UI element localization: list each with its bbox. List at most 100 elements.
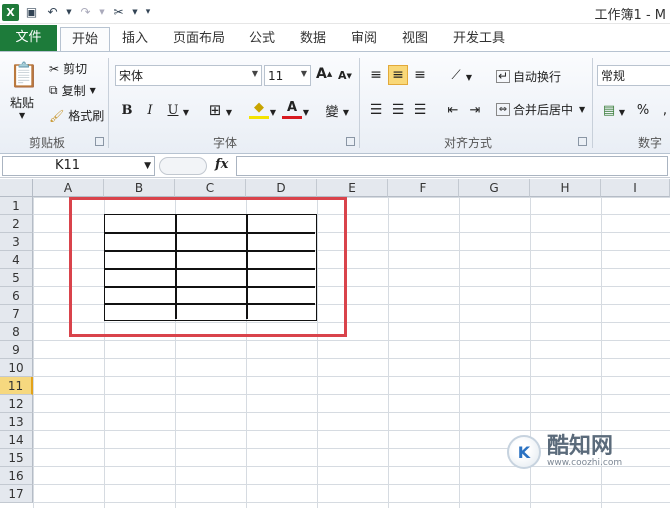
font-name-dropdown-icon: ▼ (251, 69, 258, 78)
phonetic-icon[interactable]: 變 (322, 100, 342, 120)
wrap-text-icon: ↵ (496, 69, 510, 83)
row-header[interactable]: 4 (0, 251, 33, 269)
redo-icon[interactable]: ↷ (77, 4, 94, 21)
tab-file[interactable]: 文件 (0, 25, 57, 51)
font-launcher-icon[interactable] (346, 137, 355, 146)
underline-dropdown-icon[interactable]: ▼ (181, 102, 191, 122)
merge-dropdown-icon: ▼ (579, 105, 586, 114)
tab-page-layout[interactable]: 页面布局 (163, 27, 235, 51)
title-bar: X ▣ ↶ ▼ ↷ ▼ ✂ ▼ ▾ 工作簿1 - M (0, 0, 670, 24)
comma-style-button[interactable]: , (655, 100, 670, 120)
name-box[interactable]: K11 ▼ (2, 156, 155, 176)
tools-dropdown-icon[interactable]: ▼ (131, 4, 139, 21)
tab-formulas[interactable]: 公式 (240, 27, 284, 51)
wrap-text-button[interactable]: ↵ 自动换行 (496, 68, 561, 85)
font-name-combo[interactable]: 宋体 ▼ (115, 65, 262, 86)
tools-icon[interactable]: ✂ (110, 4, 127, 21)
copy-button[interactable]: ⧉ 复制 ▼ (49, 82, 96, 99)
fill-color-dropdown-icon[interactable]: ▼ (268, 102, 278, 122)
ribbon: 📋 粘贴 ▼ ✂ 剪切 ⧉ 复制 ▼ 🖌 格式刷 剪贴板 宋体 ▼ 11 ▼ A ▲ A ▼ B… (0, 51, 670, 154)
borders-dropdown-icon[interactable]: ▼ (224, 102, 234, 122)
redo-dropdown-icon[interactable]: ▼ (98, 4, 106, 21)
clipboard-launcher-icon[interactable] (95, 137, 104, 146)
font-size-combo[interactable]: 11 ▼ (264, 65, 311, 86)
decrease-indent-icon[interactable]: ⇤ (443, 100, 463, 120)
cut-button[interactable]: ✂ 剪切 (49, 60, 87, 77)
increase-indent-icon[interactable]: ⇥ (465, 100, 485, 120)
align-bottom-icon[interactable]: ≡ (410, 65, 430, 85)
grid-line (459, 197, 460, 508)
fill-color-icon[interactable]: ◆ (249, 99, 269, 119)
tab-developer[interactable]: 开发工具 (447, 27, 511, 51)
formula-input[interactable] (236, 156, 668, 176)
paste-dropdown-icon[interactable]: ▼ (19, 111, 25, 120)
borders-icon[interactable]: ⊞ (205, 100, 225, 120)
align-middle-icon[interactable]: ≡ (388, 65, 408, 85)
column-header[interactable]: A (33, 179, 104, 197)
row-header[interactable]: 12 (0, 395, 33, 413)
percent-style-button[interactable]: % (633, 100, 653, 120)
row-header[interactable]: 16 (0, 467, 33, 485)
customize-qat-icon[interactable]: ▾ (143, 4, 153, 21)
insert-function-icon[interactable]: fx (215, 157, 228, 172)
orientation-dropdown-icon[interactable]: ▼ (464, 67, 474, 87)
row-header[interactable]: 5 (0, 269, 33, 287)
column-header[interactable]: I (601, 179, 670, 197)
excel-logo-icon: X (2, 3, 19, 21)
column-header[interactable]: G (459, 179, 530, 197)
row-header[interactable]: 9 (0, 341, 33, 359)
row-header[interactable]: 14 (0, 431, 33, 449)
select-all-corner[interactable] (0, 179, 33, 197)
number-format-combo[interactable]: 常规 (597, 65, 670, 86)
align-top-icon[interactable]: ≡ (366, 65, 386, 85)
grid-line (33, 340, 670, 341)
merge-center-button[interactable]: ⇔ 合并后居中 ▼ (496, 101, 585, 118)
grow-font-button[interactable]: A ▲ (316, 66, 332, 82)
paste-icon[interactable]: 📋 (8, 58, 40, 92)
column-header[interactable]: F (388, 179, 459, 197)
row-header[interactable]: 10 (0, 359, 33, 377)
row-header[interactable]: 1 (0, 197, 33, 215)
accounting-dropdown-icon[interactable]: ▼ (617, 102, 627, 122)
column-header[interactable]: D (246, 179, 317, 197)
tab-insert[interactable]: 插入 (113, 27, 157, 51)
row-header[interactable]: 17 (0, 485, 33, 503)
row-header[interactable]: 6 (0, 287, 33, 305)
align-left-icon[interactable]: ☰ (366, 100, 386, 120)
tab-view[interactable]: 视图 (393, 27, 437, 51)
orientation-icon[interactable]: ⟋ (446, 65, 466, 85)
row-header[interactable]: 15 (0, 449, 33, 467)
format-painter-button[interactable]: 🖌 格式刷 (49, 107, 104, 124)
undo-dropdown-icon[interactable]: ▼ (65, 4, 73, 21)
tab-home[interactable]: 开始 (60, 27, 110, 51)
save-icon[interactable]: ▣ (23, 4, 40, 21)
align-center-icon[interactable]: ☰ (388, 100, 408, 120)
row-header[interactable]: 7 (0, 305, 33, 323)
row-header-selected[interactable]: 11 (0, 377, 33, 395)
align-right-icon[interactable]: ☰ (410, 100, 430, 120)
row-header[interactable]: 3 (0, 233, 33, 251)
underline-button[interactable]: U (163, 100, 183, 120)
bold-button[interactable]: B (117, 100, 137, 120)
column-header[interactable]: H (530, 179, 601, 197)
clipboard-group-label: 剪贴板 (28, 136, 65, 150)
group-divider (108, 58, 109, 148)
accounting-format-icon[interactable]: ▤ (599, 100, 619, 120)
tab-data[interactable]: 数据 (291, 27, 335, 51)
column-header[interactable]: B (104, 179, 175, 197)
row-header[interactable]: 2 (0, 215, 33, 233)
column-header[interactable]: C (175, 179, 246, 197)
tab-review[interactable]: 审阅 (342, 27, 386, 51)
row-header[interactable]: 13 (0, 413, 33, 431)
column-header[interactable]: E (317, 179, 388, 197)
font-color-dropdown-icon[interactable]: ▼ (301, 102, 311, 122)
alignment-launcher-icon[interactable] (578, 137, 587, 146)
paste-button[interactable]: 粘贴 (10, 94, 34, 111)
undo-icon[interactable]: ↶ (44, 4, 61, 21)
italic-button[interactable]: I (140, 100, 160, 120)
font-color-icon[interactable]: A (282, 99, 302, 119)
phonetic-dropdown-icon[interactable]: ▼ (341, 102, 351, 122)
shrink-font-button[interactable]: A ▼ (338, 69, 352, 82)
row-header[interactable]: 8 (0, 323, 33, 341)
formula-bar-splitter[interactable] (159, 157, 207, 175)
